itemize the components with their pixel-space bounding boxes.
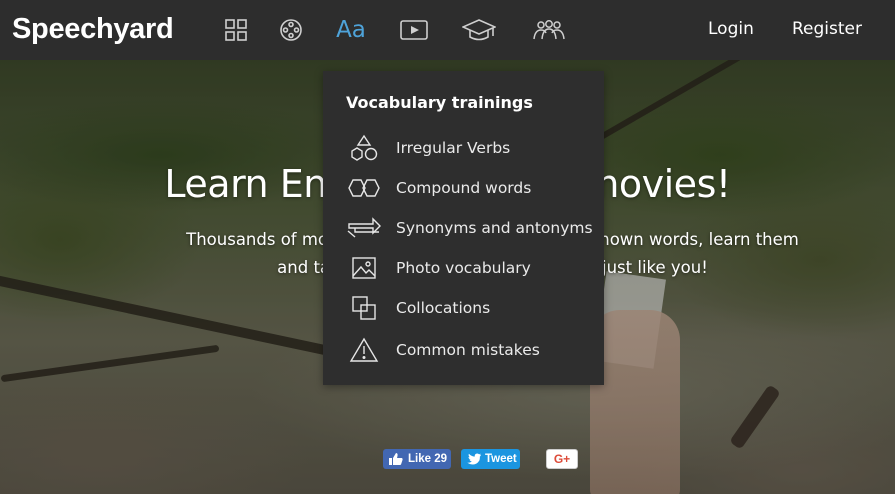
menu-item-label: Compound words bbox=[396, 179, 532, 197]
film-reel-icon[interactable] bbox=[274, 16, 308, 44]
twitter-bird-icon bbox=[467, 453, 481, 465]
grid-icon[interactable] bbox=[219, 16, 253, 44]
login-link[interactable]: Login bbox=[708, 19, 754, 39]
tree-branch bbox=[0, 344, 220, 383]
vocabulary-aa-label: Aa bbox=[336, 17, 366, 43]
google-plus-label: G+ bbox=[553, 452, 571, 466]
overlapping-squares-icon bbox=[347, 293, 381, 323]
logo[interactable]: Speechyard bbox=[12, 13, 174, 46]
menu-item-irregular-verbs[interactable]: Irregular Verbs bbox=[347, 131, 597, 165]
tree-branch bbox=[729, 384, 781, 450]
google-plus-button[interactable]: G+ bbox=[546, 449, 578, 469]
menu-item-label: Synonyms and antonyms bbox=[396, 219, 593, 237]
twitter-tweet-button[interactable]: Tweet bbox=[461, 449, 520, 469]
dropdown-title: Vocabulary trainings bbox=[346, 93, 533, 112]
warning-icon bbox=[347, 335, 381, 365]
menu-item-label: Irregular Verbs bbox=[396, 139, 511, 157]
tree-branch bbox=[0, 272, 338, 358]
register-link[interactable]: Register bbox=[792, 19, 862, 39]
vocabulary-dropdown: Vocabulary trainings Irregular Verbs Com… bbox=[323, 71, 604, 385]
menu-item-label: Common mistakes bbox=[396, 341, 540, 359]
hexagons-icon bbox=[347, 173, 381, 203]
community-icon[interactable] bbox=[532, 16, 566, 44]
top-navbar: Speechyard Aa Login Register bbox=[0, 0, 895, 60]
photo-icon bbox=[347, 253, 381, 283]
facebook-like-label: Like 29 bbox=[408, 453, 447, 465]
menu-item-label: Collocations bbox=[396, 299, 491, 317]
menu-item-collocations[interactable]: Collocations bbox=[347, 291, 597, 325]
thumbs-up-icon bbox=[389, 453, 403, 465]
menu-item-compound-words[interactable]: Compound words bbox=[347, 171, 597, 205]
arrows-exchange-icon bbox=[347, 213, 381, 243]
menu-item-common-mistakes[interactable]: Common mistakes bbox=[347, 333, 597, 367]
vocabulary-aa-icon[interactable]: Aa bbox=[334, 16, 368, 44]
menu-item-synonyms-antonyms[interactable]: Synonyms and antonyms bbox=[347, 211, 597, 245]
facebook-like-button[interactable]: Like 29 bbox=[383, 449, 451, 469]
menu-item-label: Photo vocabulary bbox=[396, 259, 531, 277]
menu-item-photo-vocabulary[interactable]: Photo vocabulary bbox=[347, 251, 597, 285]
play-video-icon[interactable] bbox=[397, 16, 431, 44]
photo-paper bbox=[594, 271, 666, 369]
graduation-cap-icon[interactable] bbox=[462, 16, 496, 44]
twitter-tweet-label: Tweet bbox=[485, 453, 517, 465]
shapes-icon bbox=[347, 133, 381, 163]
